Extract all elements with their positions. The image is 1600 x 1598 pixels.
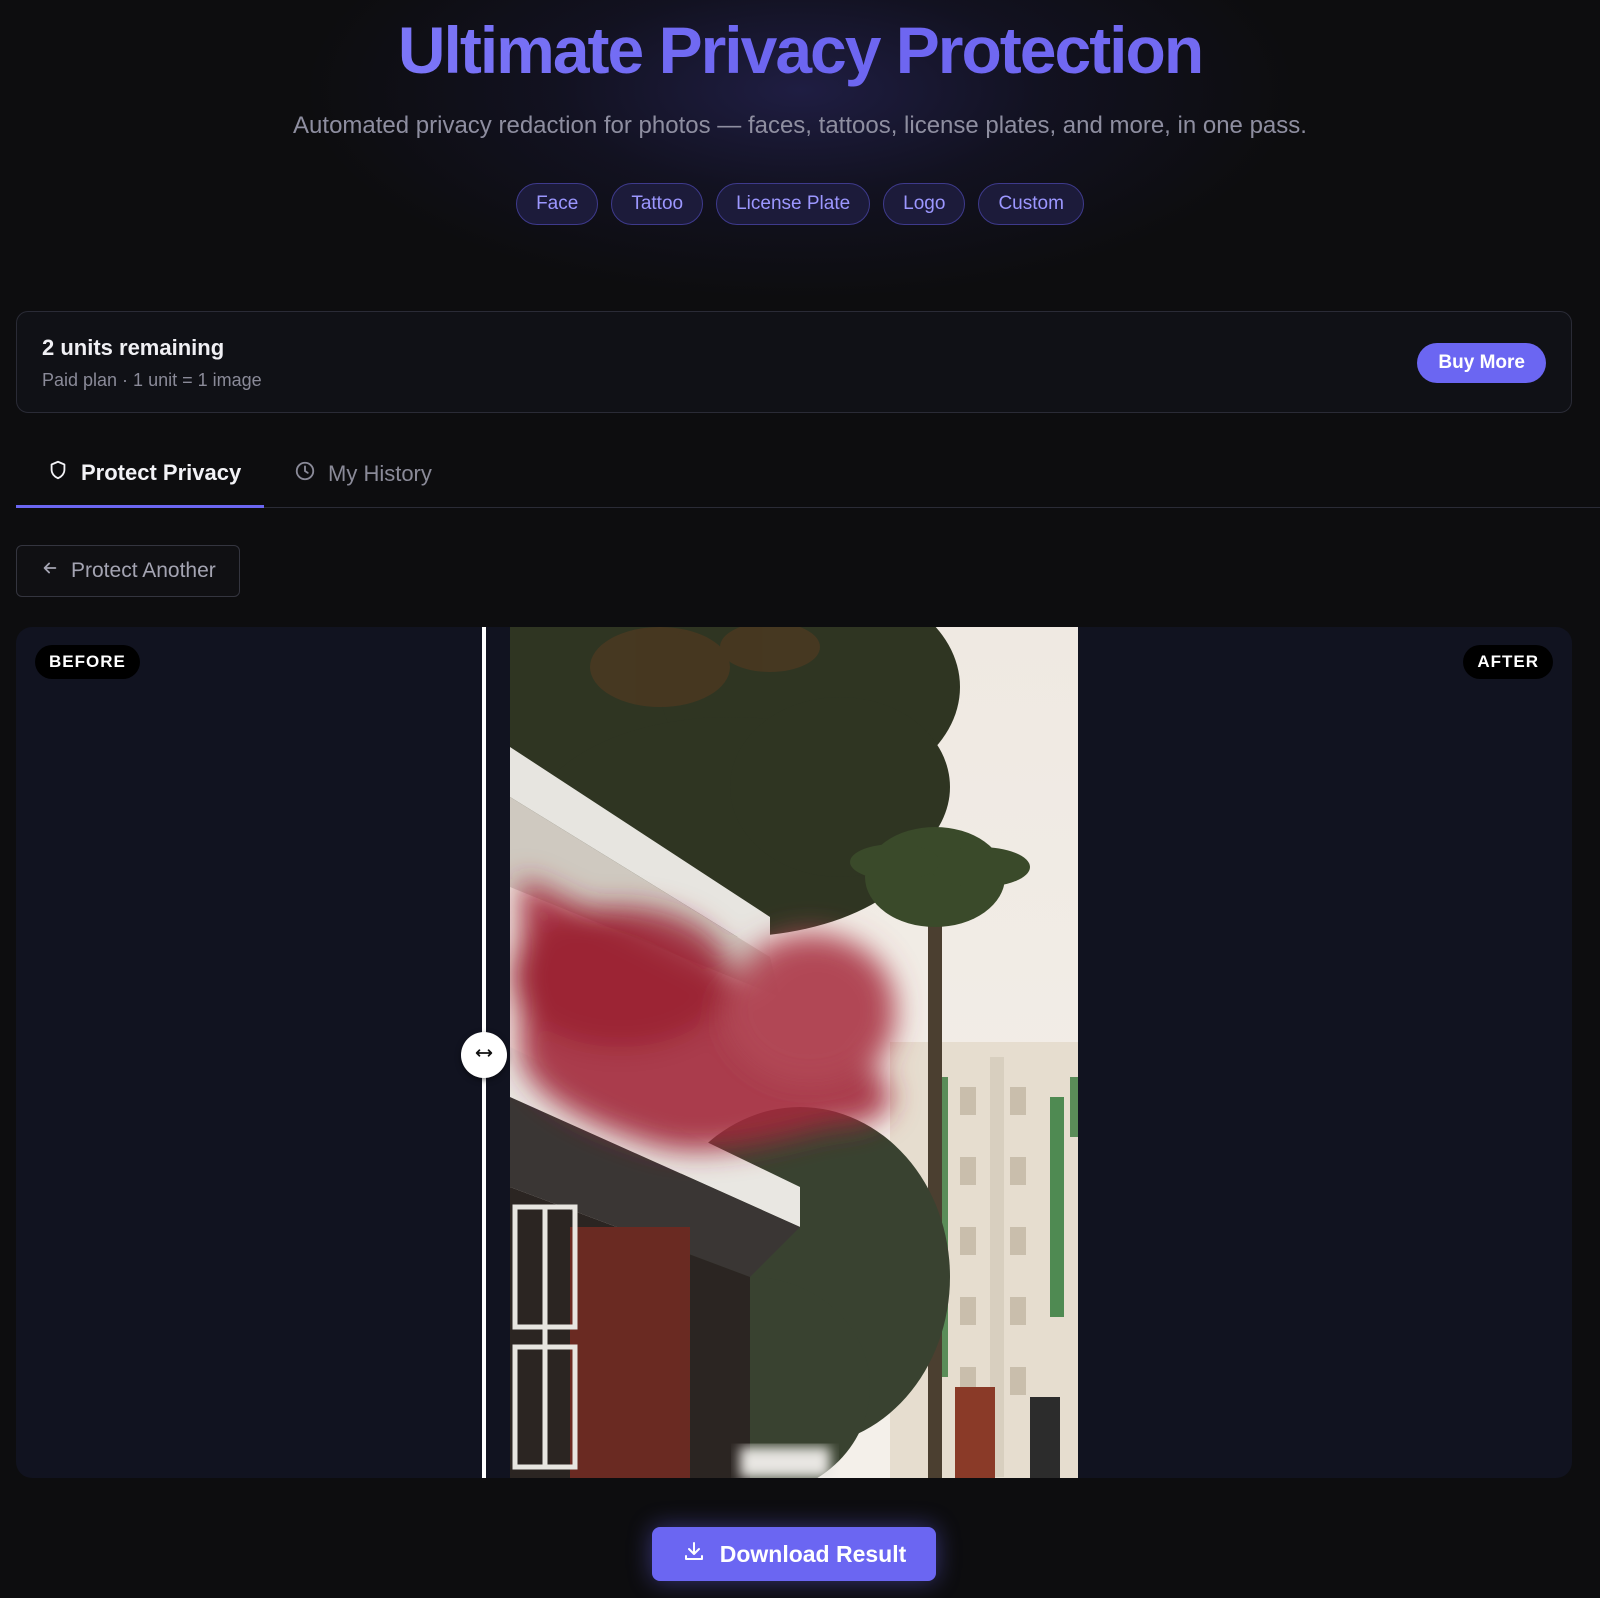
- buy-more-button[interactable]: Buy More: [1417, 343, 1546, 383]
- page-title: Ultimate Privacy Protection: [0, 12, 1600, 88]
- tag-face: Face: [516, 183, 599, 225]
- tag-logo: Logo: [883, 183, 966, 225]
- tab-my-history[interactable]: My History: [294, 440, 432, 508]
- result-photo: [510, 627, 1078, 1478]
- tag-custom: Custom: [978, 183, 1084, 225]
- clock-icon: [294, 460, 316, 488]
- plan-info: Paid plan · 1 unit = 1 image: [42, 370, 262, 390]
- units-remaining: 2 units remaining: [42, 335, 225, 360]
- protect-another-label: Protect Another: [71, 559, 216, 582]
- before-after-compare: BEFORE AFTER: [16, 627, 1572, 1478]
- protect-another-button[interactable]: Protect Another: [16, 545, 240, 597]
- after-label: AFTER: [1463, 645, 1553, 679]
- tag-license-plate: License Plate: [716, 183, 871, 225]
- download-result-button[interactable]: Download Result: [652, 1527, 936, 1581]
- tab-label: My History: [328, 461, 432, 486]
- tab-label: Protect Privacy: [81, 459, 242, 485]
- download-icon: [682, 1539, 706, 1569]
- before-label: BEFORE: [35, 645, 140, 679]
- units-card: 2 units remaining Paid plan · 1 unit = 1…: [16, 311, 1572, 413]
- shield-icon: [47, 459, 69, 487]
- tab-bar: Protect Privacy My History: [16, 440, 1600, 508]
- compare-slider-handle[interactable]: [461, 1032, 507, 1078]
- page-subtitle: Automated privacy redaction for photos —…: [293, 112, 1307, 139]
- tab-protect-privacy[interactable]: Protect Privacy: [16, 440, 264, 508]
- arrows-horizontal-icon: [473, 1042, 495, 1069]
- tag-tattoo: Tattoo: [611, 183, 704, 225]
- download-label: Download Result: [719, 1540, 907, 1567]
- arrow-left-icon: [41, 559, 59, 583]
- page: Ultimate Privacy Protection Automated pr…: [0, 0, 1600, 1598]
- feature-tags: Face Tattoo License Plate Logo Custom: [0, 183, 1600, 225]
